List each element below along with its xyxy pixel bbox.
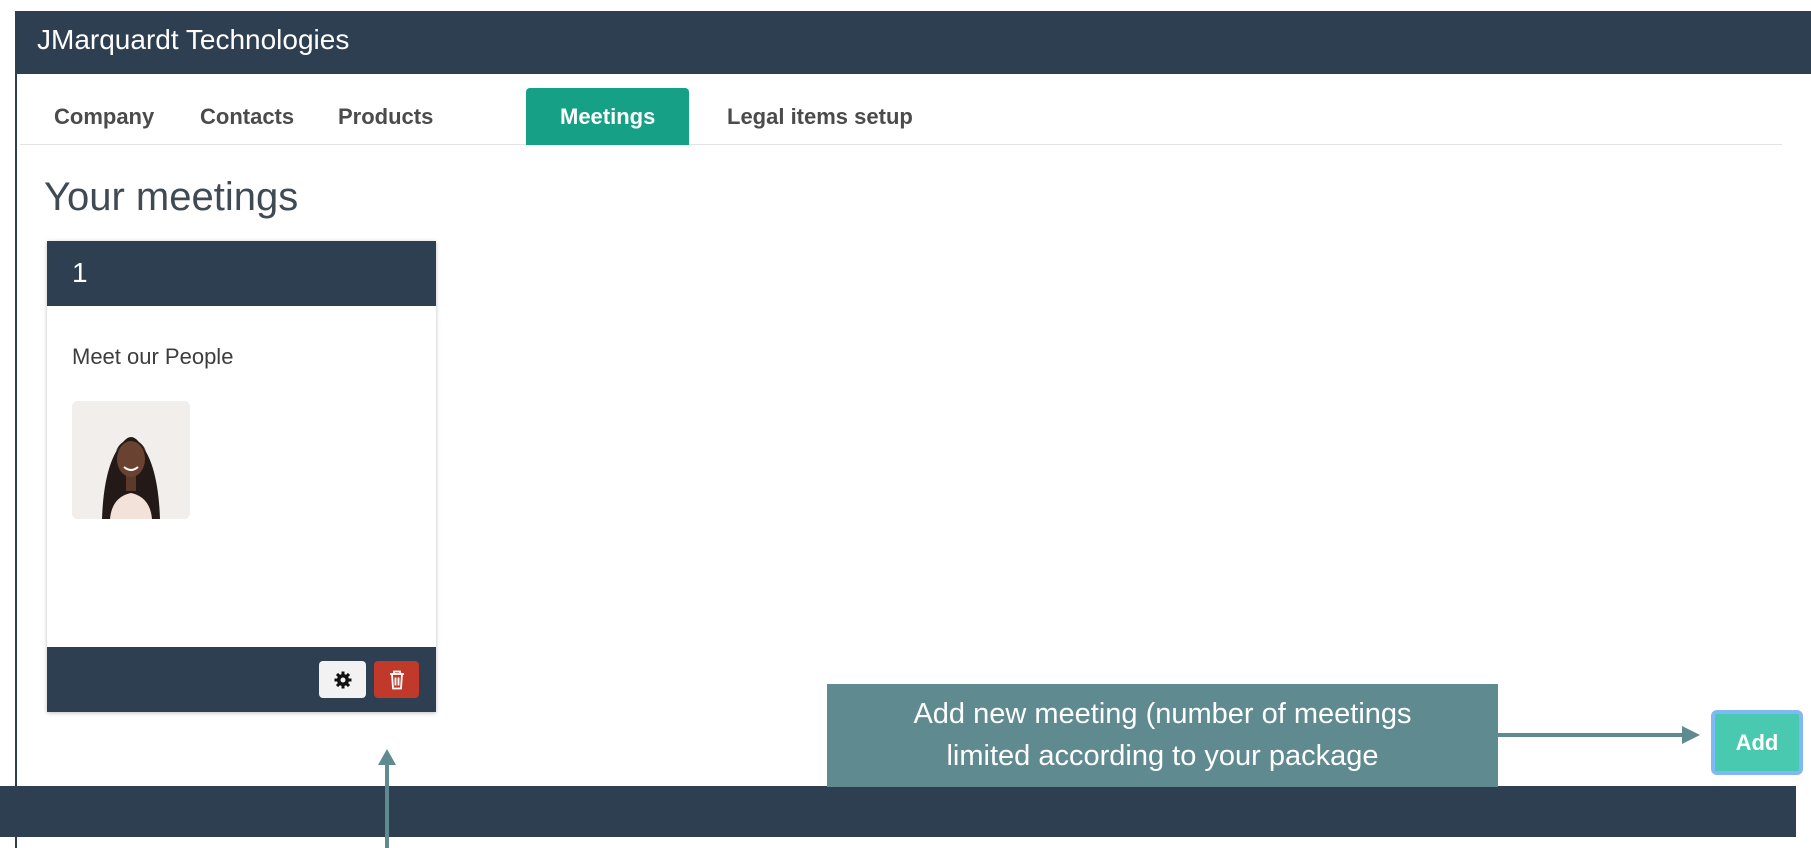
callout-line-1: Add new meeting (number of meetings — [913, 698, 1412, 730]
page-title: Your meetings — [44, 175, 299, 219]
tab-products[interactable]: Products — [304, 88, 467, 145]
tab-bar: Company Contacts Products Meetings Legal… — [20, 88, 1782, 145]
meeting-number: 1 — [72, 257, 88, 288]
gear-icon — [334, 671, 351, 688]
meeting-card-header: 1 — [47, 241, 436, 306]
trash-icon — [389, 670, 404, 689]
meeting-title: Meet our People — [72, 344, 234, 369]
add-meeting-button[interactable]: Add — [1711, 710, 1803, 775]
tab-meetings[interactable]: Meetings — [526, 88, 690, 145]
meeting-card: 1 Meet our People — [47, 241, 436, 712]
tab-company[interactable]: Company — [20, 88, 188, 145]
brand-title[interactable]: JMarquardt Technologies — [37, 24, 349, 56]
person-photo-illustration — [72, 401, 190, 519]
meeting-delete-button[interactable] — [374, 661, 419, 698]
top-navbar: JMarquardt Technologies — [17, 12, 1811, 74]
meeting-card-footer — [47, 647, 436, 712]
callout-line-2: limited according to your package — [946, 740, 1379, 772]
page-footer — [0, 786, 1796, 837]
tab-legal-items-setup[interactable]: Legal items setup — [693, 88, 947, 145]
meeting-person-photo — [72, 401, 190, 519]
meeting-settings-button[interactable] — [319, 661, 366, 698]
add-meeting-callout: Add new meeting (number of meetings limi… — [827, 684, 1498, 787]
